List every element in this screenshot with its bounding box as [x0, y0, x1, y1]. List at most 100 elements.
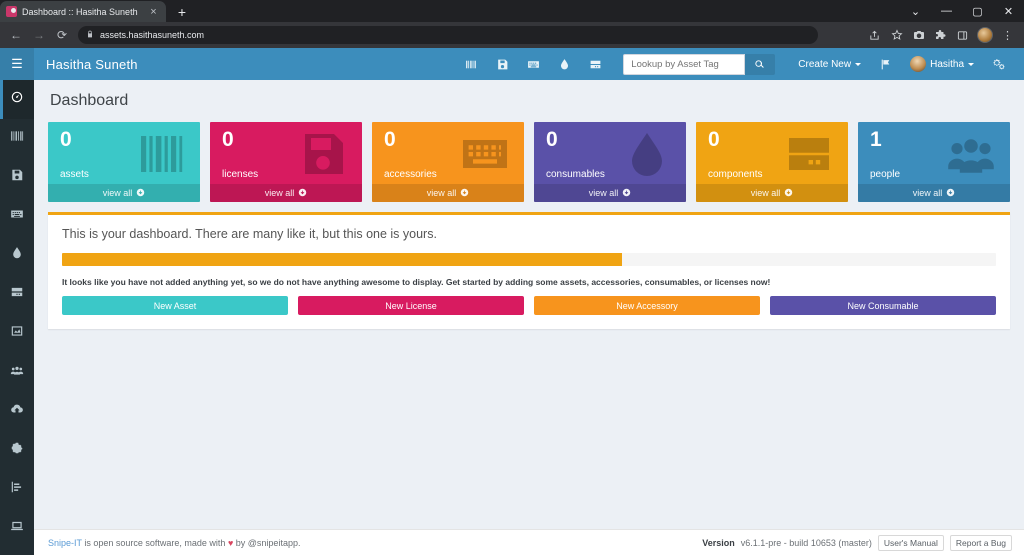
stat-card-view-all[interactable]: view all: [48, 184, 200, 202]
stat-card-view-all[interactable]: view all: [534, 184, 686, 202]
stat-card-view-all[interactable]: view all: [696, 184, 848, 202]
panel-warning-text: It looks like you have not added anythin…: [62, 277, 771, 287]
quick-action-new-consumable[interactable]: New Consumable: [770, 296, 996, 315]
sidebar-item-accessories[interactable]: [0, 197, 34, 236]
app-header: Hasitha Suneth Lookup by Asset Tag Creat…: [34, 48, 1024, 80]
version-value: v6.1.1-pre - build 10653 (master): [740, 537, 872, 548]
stat-card-view-all[interactable]: view all: [210, 184, 362, 202]
search-input[interactable]: [623, 53, 746, 75]
hard-drive-icon: [10, 285, 24, 304]
header-licenses-floppy-icon[interactable]: [487, 48, 518, 80]
browser-tab[interactable]: Dashboard :: Hasitha Suneth ×: [0, 1, 166, 22]
dashboard-speedometer-icon: [10, 90, 24, 109]
stat-card-count: 0: [708, 128, 720, 151]
sidebar-item-licenses[interactable]: [0, 158, 34, 197]
header-components-hdd-icon[interactable]: [580, 48, 611, 80]
sidebar-item-settings[interactable]: [0, 431, 34, 470]
sidebar-menu-toggle[interactable]: ☰: [0, 48, 34, 80]
view-all-label: view all: [912, 188, 943, 198]
users-icon: [10, 363, 24, 382]
create-new-label: Create New: [798, 58, 852, 70]
sidebar-item-components[interactable]: [0, 275, 34, 314]
create-new-menu[interactable]: Create New: [789, 48, 870, 80]
sidebar-item-predefined-kits[interactable]: [0, 314, 34, 353]
header-accessories-keyboard-icon[interactable]: [518, 48, 549, 80]
stat-card-assets[interactable]: 0 assets view all: [48, 122, 200, 202]
asset-lookup-group: [623, 53, 776, 75]
minimize-icon[interactable]: —: [931, 0, 962, 22]
forward-icon[interactable]: →: [29, 25, 49, 45]
sidebar-item-dashboard[interactable]: [0, 80, 34, 119]
url-text: assets.hasithasuneth.com: [100, 30, 205, 40]
back-icon[interactable]: ←: [6, 25, 26, 45]
users-icon: [941, 130, 1001, 178]
page-title: Dashboard: [50, 92, 129, 109]
new-tab-button[interactable]: +: [171, 1, 193, 22]
user-menu-label: Hasitha: [930, 58, 964, 70]
close-icon[interactable]: ×: [147, 5, 160, 18]
sidebar-item-requestable[interactable]: [0, 509, 34, 548]
profile-avatar[interactable]: [977, 27, 993, 43]
sidebar-item-assets[interactable]: [0, 119, 34, 158]
screenshot-camera-icon[interactable]: [908, 25, 929, 45]
app-brand[interactable]: Hasitha Suneth: [46, 57, 138, 72]
share-icon[interactable]: [864, 25, 885, 45]
user-menu[interactable]: Hasitha: [901, 48, 983, 80]
circle-arrow-down-icon: [946, 188, 955, 199]
header-nav: Create New Hasitha: [456, 48, 1014, 80]
setup-progress-bar: [62, 253, 996, 266]
header-consumables-droplet-icon[interactable]: [549, 48, 580, 80]
bookmark-star-icon[interactable]: [886, 25, 907, 45]
bar-chart-icon: [10, 480, 24, 499]
users-manual-button[interactable]: User's Manual: [877, 534, 944, 551]
quick-action-new-asset[interactable]: New Asset: [62, 296, 288, 315]
stat-card-count: 0: [222, 128, 234, 151]
quick-action-new-accessory[interactable]: New Accessory: [534, 296, 760, 315]
side-panel-icon[interactable]: [952, 25, 973, 45]
footer-text-before: is open source software, made with: [81, 537, 228, 548]
chevron-down-icon[interactable]: ⌄: [900, 0, 931, 22]
stat-card-components[interactable]: 0 components view all: [696, 122, 848, 202]
header-assets-barcode-icon[interactable]: [456, 48, 487, 80]
footer-version-area: Version v6.1.1-pre - build 10653 (master…: [702, 534, 1012, 551]
report-bug-button[interactable]: Report a Bug: [949, 534, 1012, 551]
stat-card-count: 0: [384, 128, 396, 151]
stat-card-accessories[interactable]: 0 accessories view all: [372, 122, 524, 202]
circle-arrow-down-icon: [136, 188, 145, 199]
alerts-flag-icon[interactable]: [870, 48, 901, 80]
getting-started-panel: This is your dashboard. There are many l…: [48, 212, 1010, 329]
floppy-disk-icon: [293, 130, 353, 178]
snipeit-favicon-icon: [6, 6, 17, 17]
view-all-label: view all: [588, 188, 619, 198]
window-close-icon[interactable]: ✕: [993, 0, 1024, 22]
window-controls: ⌄ — ▢ ✕: [900, 0, 1024, 22]
maximize-icon[interactable]: ▢: [962, 0, 993, 22]
barcode-icon: [131, 130, 191, 178]
stat-card-consumables[interactable]: 0 consumables view all: [534, 122, 686, 202]
view-all-label: view all: [426, 188, 457, 198]
settings-cogs-icon[interactable]: [983, 48, 1014, 80]
circle-arrow-down-icon: [784, 188, 793, 199]
stat-card-people[interactable]: 1 people view all: [858, 122, 1010, 202]
laptop-icon: [10, 519, 24, 538]
quick-action-new-license[interactable]: New License: [298, 296, 524, 315]
address-bar[interactable]: assets.hasithasuneth.com: [78, 26, 818, 44]
stat-card-licenses[interactable]: 0 licenses view all: [210, 122, 362, 202]
chrome-menu-icon[interactable]: ⋮: [997, 25, 1018, 45]
quick-action-buttons: New Asset New License New Accessory New Con…: [62, 296, 996, 315]
stat-card-label: components: [708, 169, 763, 180]
sidebar-item-reports[interactable]: [0, 470, 34, 509]
stat-card-view-all[interactable]: view all: [372, 184, 524, 202]
extensions-puzzle-icon[interactable]: [930, 25, 951, 45]
reload-icon[interactable]: ⟳: [52, 25, 72, 45]
droplet-icon: [617, 130, 677, 178]
stat-card-count: 1: [870, 128, 882, 151]
sidebar-item-import[interactable]: [0, 392, 34, 431]
snipeit-link[interactable]: Snipe-IT: [48, 538, 82, 548]
sidebar-item-people[interactable]: [0, 353, 34, 392]
droplet-icon: [10, 246, 24, 265]
search-button[interactable]: [745, 53, 776, 75]
sidebar-item-consumables[interactable]: [0, 236, 34, 275]
app-footer: Snipe-IT is open source software, made w…: [34, 529, 1024, 555]
stat-card-view-all[interactable]: view all: [858, 184, 1010, 202]
